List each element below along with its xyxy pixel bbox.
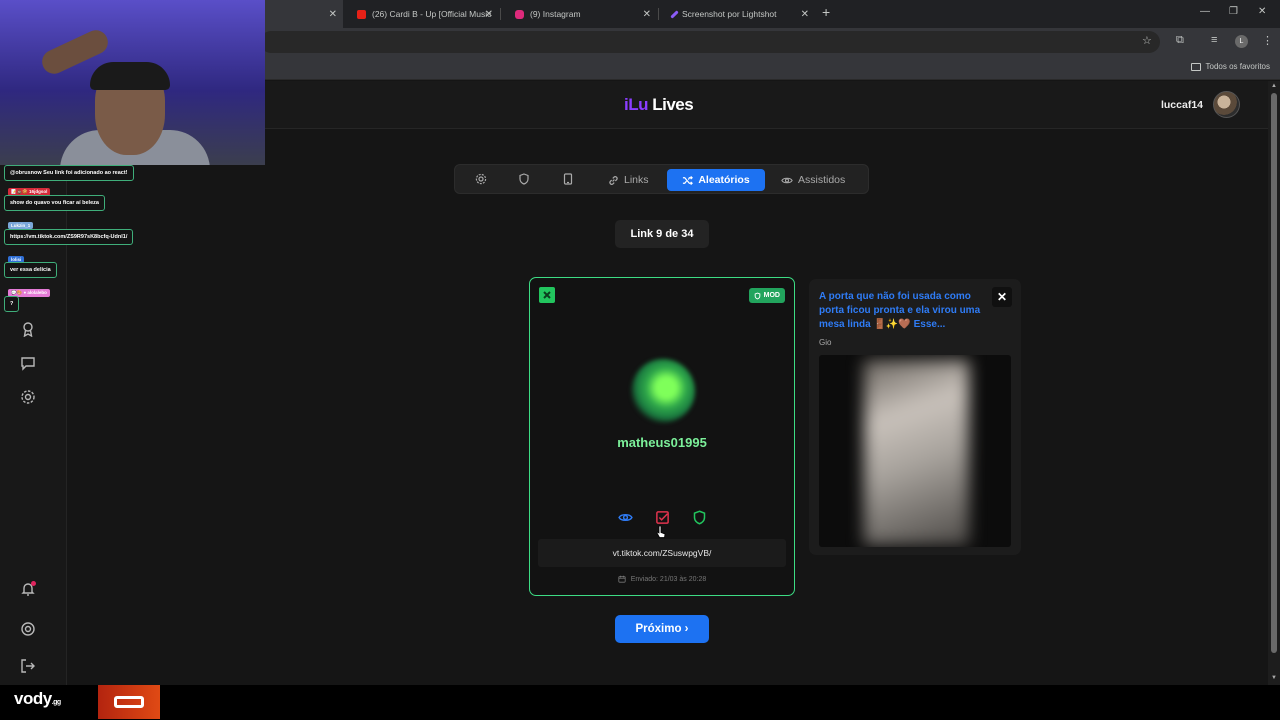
shuffle-icon [683, 175, 694, 185]
mark-done-icon[interactable] [655, 510, 670, 525]
card-actions [530, 510, 794, 525]
browser-tab-active[interactable]: ✕ [265, 0, 343, 28]
chat-text: @obrusnow Seu link foi adicionado ao rea… [10, 170, 128, 176]
calendar-icon [618, 575, 626, 583]
page-scrollbar[interactable]: ▲ ▼ [1268, 81, 1280, 685]
card-username: matheus01995 [617, 435, 707, 450]
menu-kebab-icon[interactable]: ⋮ [1262, 34, 1273, 47]
folder-icon [1190, 62, 1201, 71]
shield-icon[interactable] [518, 173, 530, 185]
browser-tab-lightshot[interactable]: Screenshot por Lightshot ✕ [659, 0, 815, 28]
avatar [631, 359, 695, 423]
mouse-pointer-icon [656, 525, 666, 538]
shield-icon[interactable] [692, 510, 707, 525]
chat-icon[interactable] [20, 355, 36, 371]
media-controls-icon[interactable]: ≡ [1211, 34, 1217, 46]
eye-icon [781, 177, 793, 183]
chat-message: https://vm.tiktok.com/ZS9R97sK8bcfq-Udnl… [4, 229, 134, 245]
username: luccaf14 [1160, 98, 1203, 111]
close-tab-icon[interactable]: ✕ [485, 9, 493, 20]
watch-eye-icon[interactable] [617, 510, 633, 525]
close-tab-icon[interactable]: ✕ [801, 9, 809, 20]
user-menu[interactable]: luccaf14 [1161, 91, 1240, 118]
mod-badge-label: MOD [763, 292, 780, 299]
vody-suffix: .gg [51, 699, 62, 706]
vody-logo: vody.gg [14, 689, 61, 709]
lightshot-icon [670, 9, 679, 19]
close-tab-icon[interactable]: ✕ [329, 9, 337, 20]
platform-x-icon [539, 287, 555, 303]
chat-text: show do quavo vou ficar aí beleza [10, 200, 99, 206]
video-thumbnail[interactable] [819, 355, 1011, 547]
browser-tab-youtube[interactable]: (26) Cardi B - Up [Official Music ✕ [343, 0, 499, 28]
vody-brand: vody [14, 689, 52, 708]
preview-author: Gio [819, 338, 832, 347]
all-bookmarks-folder[interactable]: Todos os favoritos [1190, 62, 1270, 71]
chat-text: ver essa delícia [10, 267, 51, 273]
link-counter: Link 9 de 34 [615, 220, 709, 248]
next-button[interactable]: Próximo › [615, 615, 709, 643]
brand-part2: Lives [652, 95, 694, 114]
close-window-icon[interactable]: ✕ [1258, 6, 1266, 17]
tab-watched[interactable]: Assistidos [771, 169, 855, 191]
video-preview-panel: A porta que não foi usada como porta fic… [809, 279, 1021, 555]
award-icon[interactable] [20, 321, 36, 337]
tab-links[interactable]: Links [598, 169, 659, 191]
close-preview-button[interactable]: ✕ [992, 287, 1012, 307]
tab-random-label: Aleatórios [698, 174, 750, 186]
profile-avatar[interactable]: L [1235, 35, 1248, 48]
mod-badge: MOD [748, 288, 785, 303]
chat-message: ? [4, 296, 20, 312]
instagram-icon [515, 9, 524, 19]
tab-title: (9) Instagram [530, 9, 581, 19]
stream-bottom-bar: vody.gg [0, 685, 1280, 720]
chat-user-tag: Lukzin_1 [8, 222, 34, 229]
chat-message: @obrusnow Seu link foi adicionado ao rea… [4, 165, 134, 181]
new-tab-icon[interactable]: + [822, 4, 830, 20]
card-link[interactable]: vt.tiktok.com/ZSuswpgVB/ [538, 539, 786, 567]
settings-icon[interactable] [20, 389, 36, 405]
minimize-icon[interactable]: — [1200, 6, 1210, 17]
avatar [1213, 91, 1240, 118]
extensions-icon[interactable]: ⧉ [1176, 34, 1184, 47]
card-date-text: Enviado: 21/03 às 20:28 [630, 575, 707, 583]
tab-title: (26) Cardi B - Up [Official Music [372, 9, 492, 19]
chat-message: show do quavo vou ficar aí beleza [4, 195, 105, 211]
bookmark-star-icon[interactable]: ☆ [1142, 34, 1152, 47]
tab-links-label: Links [624, 174, 649, 186]
settings-icon[interactable] [475, 173, 487, 185]
card-date: Enviado: 21/03 às 20:28 [530, 575, 794, 583]
scroll-up-icon[interactable]: ▲ [1271, 83, 1277, 89]
stream-logo [98, 685, 160, 719]
chat-message: ver essa delícia [4, 262, 57, 278]
youtube-icon [357, 9, 366, 19]
chat-text: ? [10, 301, 14, 307]
tab-random[interactable]: Aleatórios [667, 169, 765, 191]
brand-part1: iLu [624, 95, 649, 114]
help-icon[interactable] [20, 621, 36, 637]
notification-dot [31, 581, 36, 586]
logout-icon[interactable] [20, 658, 36, 674]
close-tab-icon[interactable]: ✕ [643, 9, 651, 20]
shield-icon [754, 292, 760, 299]
scrollbar-thumb[interactable] [1271, 93, 1277, 653]
link-icon [609, 175, 618, 185]
restore-icon[interactable]: ❐ [1229, 6, 1238, 17]
tablet-icon[interactable] [562, 173, 574, 185]
webcam-overlay [0, 0, 265, 165]
chat-text: https://vm.tiktok.com/ZS9R97sK8bcfq-Udnl… [10, 234, 128, 240]
browser-tab-instagram[interactable]: (9) Instagram ✕ [501, 0, 657, 28]
tab-watched-label: Assistidos [798, 174, 846, 186]
preview-title[interactable]: A porta que não foi usada como porta fic… [819, 290, 987, 332]
address-bar[interactable] [260, 31, 1160, 53]
link-card: MOD matheus01995 vt.tiktok.com/ZSuswpgVB… [529, 277, 795, 596]
links-nav-bar: Links Aleatórios Assistidos [454, 164, 869, 194]
scroll-down-icon[interactable]: ▼ [1271, 675, 1277, 681]
bookmarks-folder-label: Todos os favoritos [1205, 62, 1270, 71]
brand-logo[interactable]: iLu Lives [624, 95, 694, 115]
tab-title: Screenshot por Lightshot [682, 9, 777, 19]
